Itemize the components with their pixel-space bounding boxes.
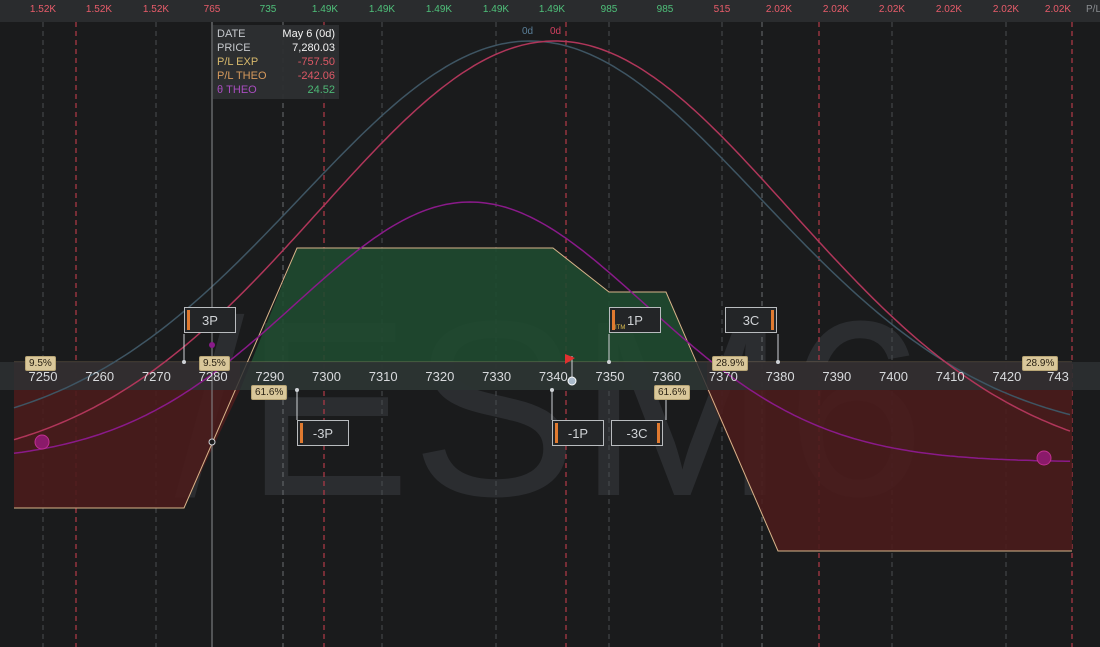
top-pl-value: 1.49K: [482, 4, 510, 15]
x-axis-tick: 7420: [992, 369, 1022, 384]
top-pl-value: 735: [259, 4, 277, 15]
tooltip-row: θ THEO 24.52: [217, 84, 335, 96]
top-pl-value: 2.02K: [822, 4, 850, 15]
top-pl-value: 2.02K: [992, 4, 1020, 15]
tooltip-row: P/L EXP -757.50: [217, 56, 335, 68]
x-axis-tick: 7280: [198, 369, 228, 384]
top-pl-value: 2.02K: [765, 4, 793, 15]
top-pl-value: 2.02K: [878, 4, 906, 15]
leg-1p[interactable]: 1P ITM: [609, 307, 661, 333]
x-axis-tick: 7330: [482, 369, 512, 384]
top-pl-value: 2.02K: [935, 4, 963, 15]
top-pl-value: 1.52K: [85, 4, 113, 15]
x-axis-tick: 7380: [765, 369, 795, 384]
dte-label-blue: 0d: [522, 26, 534, 37]
pl-axis-label: P/L: [1086, 4, 1100, 15]
x-axis-tick: 7400: [879, 369, 908, 384]
prob-label-left-inner: 9.5%: [199, 356, 230, 371]
prob-label-left-top: 9.5%: [25, 356, 56, 371]
crosshair-theta-point: [209, 342, 215, 348]
top-pl-value: 985: [600, 4, 618, 15]
top-pl-value: 985: [656, 4, 674, 15]
theta-marker-right: [1036, 450, 1052, 466]
theta-marker-left: [34, 434, 50, 450]
x-axis-tick: 7360: [652, 369, 682, 384]
x-axis-tick: 7370: [708, 369, 738, 384]
top-pl-value: 765: [203, 4, 221, 15]
x-axis-tick: 7310: [368, 369, 398, 384]
leg-minus-1p[interactable]: -1P: [552, 420, 604, 446]
x-axis-tick: 7350: [595, 369, 625, 384]
x-axis-tick: 7260: [85, 369, 115, 384]
leg-minus-3p[interactable]: -3P: [297, 420, 349, 446]
tooltip-row: DATE May 6 (0d): [217, 28, 335, 40]
x-axis-tick: 7300: [312, 369, 341, 384]
top-pl-value: 1.49K: [425, 4, 453, 15]
x-axis-tick: 743: [1047, 369, 1069, 384]
tooltip-row: PRICE 7,280.03: [217, 42, 335, 54]
x-axis-tick: 7270: [141, 369, 171, 384]
top-pl-value: 1.52K: [29, 4, 57, 15]
x-axis-tick: 7290: [255, 369, 285, 384]
leg-3c[interactable]: 3C: [725, 307, 777, 333]
dte-label-red: 0d: [550, 26, 562, 37]
price-tooltip: DATE May 6 (0d) PRICE 7,280.03 P/L EXP -757.5…: [213, 25, 339, 99]
x-axis-tick: 7340: [538, 369, 568, 384]
top-pl-value: 1.49K: [538, 4, 566, 15]
top-pl-value: 1.49K: [311, 4, 339, 15]
x-axis-tick: 7390: [822, 369, 852, 384]
tooltip-row: P/L THEO -242.06: [217, 70, 335, 82]
top-pl-value: 515: [713, 4, 731, 15]
risk-profile-chart[interactable]: /ESM6: [0, 0, 1100, 647]
x-axis-tick: 7250: [28, 369, 58, 384]
top-pl-value: 1.49K: [368, 4, 396, 15]
prob-label-right-inner: 28.9%: [712, 356, 749, 371]
prob-label-right-top: 28.9%: [1022, 356, 1059, 371]
leg-3p[interactable]: 3P: [184, 307, 236, 333]
prob-label-mid-right: 61.6%: [654, 385, 691, 400]
top-pl-value: 2.02K: [1044, 4, 1072, 15]
x-axis-tick: 7410: [935, 369, 965, 384]
prob-label-mid-left: 61.6%: [251, 385, 288, 400]
itm-badge: ITM: [615, 325, 626, 331]
x-axis-tick: 7320: [425, 369, 455, 384]
current-price-marker: [567, 376, 577, 386]
crosshair-pl-point: [208, 438, 216, 446]
top-pl-value: 1.52K: [142, 4, 170, 15]
leg-minus-3c[interactable]: -3C: [611, 420, 663, 446]
